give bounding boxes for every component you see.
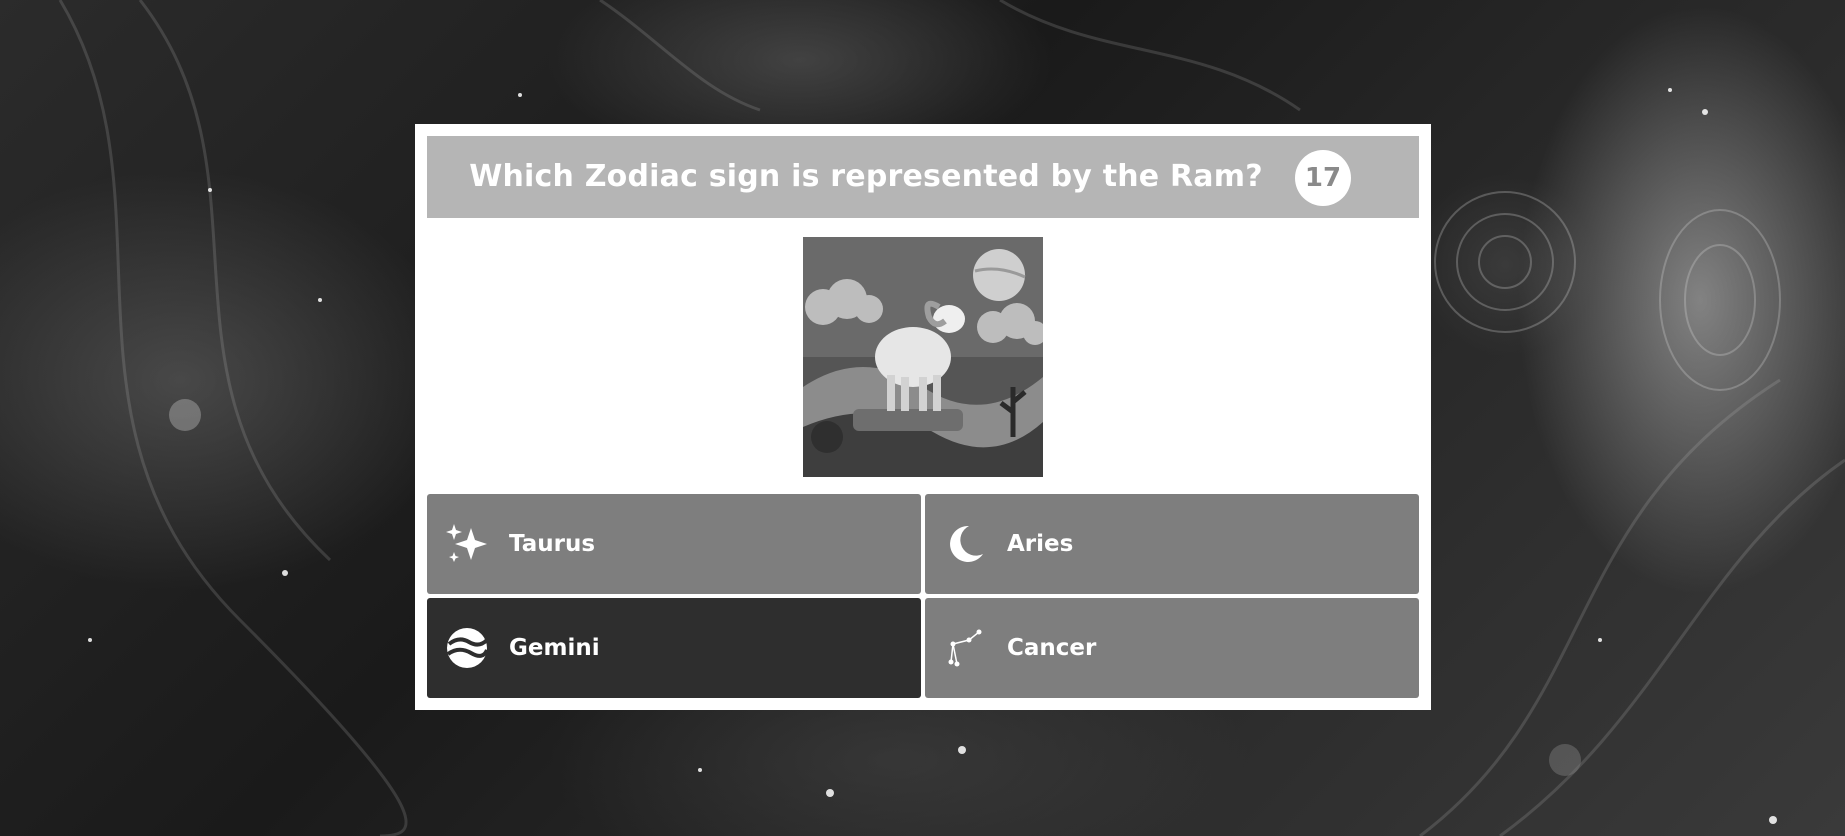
answer-label: Taurus [509,531,596,557]
sparkles-icon [446,524,487,562]
ram-illustration [803,237,1043,477]
answer-button-gemini[interactable]: Gemini [427,598,921,698]
answer-label: Gemini [509,635,600,661]
answer-button-taurus[interactable]: Taurus [427,494,921,594]
answer-label: Cancer [1007,635,1097,661]
ram-image [803,237,1043,477]
answer-button-aries[interactable]: Aries [925,494,1419,594]
constellation-icon [948,629,982,667]
question-text: Which Zodiac sign is represented by the … [469,159,1263,194]
planet-icon [446,628,489,668]
quiz-card: Which Zodiac sign is represented by the … [415,124,1431,710]
answer-label: Aries [1007,531,1074,557]
answer-grid: Taurus Aries Gemini Cancer [427,494,1419,698]
question-bar: Which Zodiac sign is represented by the … [427,136,1419,218]
crescent-moon-icon [950,525,983,562]
timer-badge: 17 [1295,150,1351,206]
answer-button-cancer[interactable]: Cancer [925,598,1419,698]
